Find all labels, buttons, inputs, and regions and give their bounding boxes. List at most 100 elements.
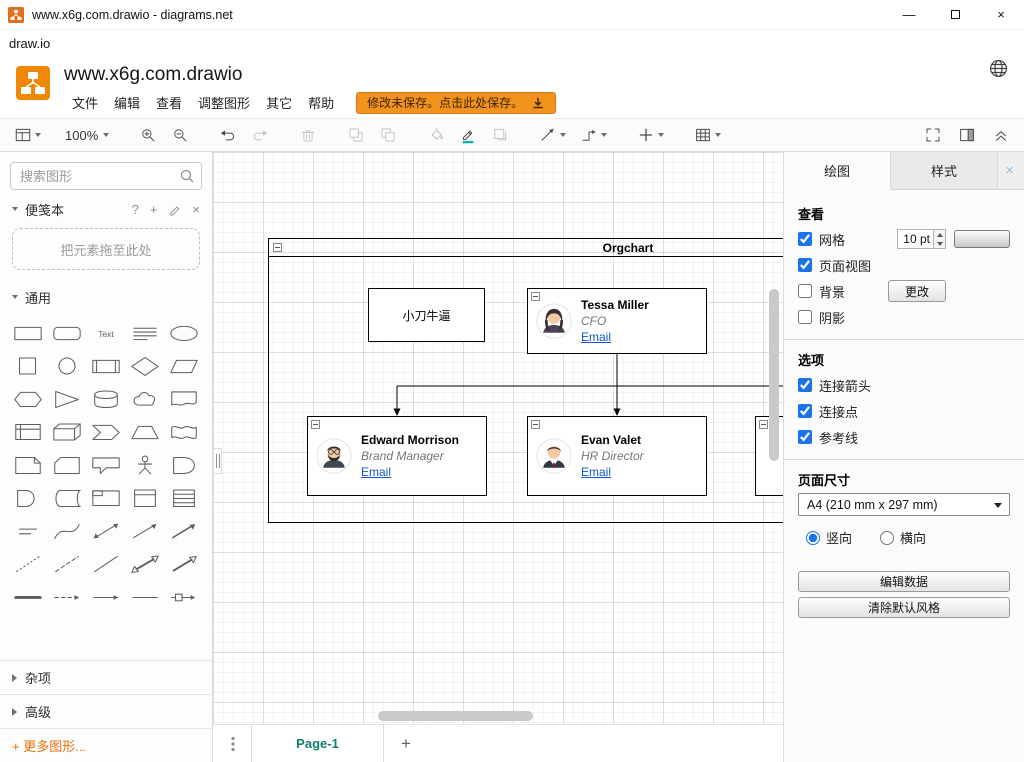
shape-dotted-line[interactable] [8, 547, 47, 580]
page-view-checkbox[interactable] [798, 258, 812, 272]
collapse-header-button[interactable] [988, 122, 1014, 148]
horizontal-scrollbar[interactable] [378, 711, 533, 721]
shape-dashed-line[interactable] [47, 547, 86, 580]
shape-step[interactable] [86, 415, 125, 448]
menu-extras[interactable]: 其它 [258, 90, 300, 115]
grid-checkbox[interactable] [798, 232, 812, 246]
shape-edge-with-symbol[interactable] [165, 580, 204, 613]
grid-size-stepper[interactable] [933, 229, 946, 249]
minimize-button[interactable]: — [886, 0, 932, 29]
collapse-minus-icon[interactable] [531, 420, 540, 429]
close-button[interactable]: × [978, 0, 1024, 29]
guides-checkbox[interactable] [798, 430, 812, 444]
shape-square[interactable] [8, 349, 47, 382]
edit-data-button[interactable]: 编辑数据 [798, 571, 1010, 592]
tab-style[interactable]: 样式 [891, 152, 998, 190]
to-front-button[interactable] [343, 122, 369, 148]
collapse-minus-icon[interactable] [759, 420, 768, 429]
shape-actor[interactable] [126, 448, 165, 481]
shape-plain-edge[interactable] [126, 580, 165, 613]
portrait-option[interactable]: 竖向 [806, 528, 852, 547]
menu-file[interactable]: 文件 [64, 90, 106, 115]
org-node-tessa[interactable]: Tessa Miller CFO Email [527, 288, 707, 354]
shape-callout[interactable] [86, 448, 125, 481]
fill-color-button[interactable] [423, 122, 449, 148]
grid-color-swatch[interactable] [954, 230, 1010, 248]
panel-close-button[interactable]: × [1005, 163, 1014, 178]
shape-vertical-container[interactable] [126, 481, 165, 514]
paper-size-select[interactable]: A4 (210 mm x 297 mm) [798, 493, 1010, 516]
shape-diamond[interactable] [126, 349, 165, 382]
shape-line[interactable] [86, 547, 125, 580]
background-change-button[interactable]: 更改 [888, 280, 946, 302]
more-shapes-button[interactable]: + 更多图形... [0, 728, 212, 762]
tab-diagram[interactable]: 绘图 [784, 152, 891, 190]
sidebar-section-advanced[interactable]: 高级 [0, 694, 212, 728]
menu-view[interactable]: 查看 [148, 90, 190, 115]
scratchpad-section-header[interactable]: 便笺本 ? + × [0, 194, 212, 224]
format-panel-button[interactable] [954, 122, 980, 148]
menu-help[interactable]: 帮助 [300, 90, 342, 115]
add-page-button[interactable]: + [384, 725, 428, 762]
email-link[interactable]: Email [361, 465, 459, 479]
scratchpad-help-button[interactable]: ? [132, 202, 139, 217]
delete-button[interactable] [295, 122, 321, 148]
insert-button[interactable] [633, 122, 668, 148]
scratchpad-edit-pencil-icon[interactable] [168, 203, 181, 216]
sidebar-section-misc[interactable]: 杂项 [0, 660, 212, 694]
shape-internal-storage[interactable] [8, 415, 47, 448]
landscape-option[interactable]: 横向 [880, 528, 926, 547]
menu-edit[interactable]: 编辑 [106, 90, 148, 115]
org-node-edward[interactable]: Edward Morrison Brand Manager Email [307, 416, 487, 496]
org-node-evan[interactable]: Evan Valet HR Director Email [527, 416, 707, 496]
vertical-scrollbar[interactable] [769, 289, 779, 461]
zoom-dropdown[interactable]: 100% [59, 122, 113, 148]
app-menu-drawio[interactable]: draw.io [9, 36, 50, 51]
language-globe-icon[interactable] [989, 59, 1008, 81]
landscape-radio[interactable] [880, 531, 894, 545]
shape-trapezoid[interactable] [126, 415, 165, 448]
shape-parallelogram[interactable] [165, 349, 204, 382]
shape-data-storage[interactable] [47, 481, 86, 514]
shape-hexagon[interactable] [8, 382, 47, 415]
fullscreen-button[interactable] [920, 122, 946, 148]
shape-and[interactable] [8, 481, 47, 514]
zoom-in-button[interactable] [135, 122, 161, 148]
scratchpad-close-button[interactable]: × [192, 202, 200, 217]
general-section-header[interactable]: 通用 [0, 282, 212, 312]
shape-card[interactable] [47, 448, 86, 481]
shape-list[interactable] [165, 481, 204, 514]
shape-directional-arrow[interactable] [126, 514, 165, 547]
collapse-minus-icon[interactable] [311, 420, 320, 429]
org-node-plain[interactable]: 小刀牛逼 [368, 288, 485, 342]
view-panels-button[interactable] [10, 122, 45, 148]
zoom-out-button[interactable] [167, 122, 193, 148]
background-checkbox[interactable] [798, 284, 812, 298]
shape-cloud[interactable] [126, 382, 165, 415]
shape-tape[interactable] [165, 415, 204, 448]
shape-rounded-rectangle[interactable] [47, 316, 86, 349]
email-link[interactable]: Email [581, 465, 644, 479]
shadow-checkbox[interactable] [798, 310, 812, 324]
to-back-button[interactable] [375, 122, 401, 148]
connection-points-checkbox[interactable] [798, 404, 812, 418]
shape-circle[interactable] [47, 349, 86, 382]
shape-cube[interactable] [47, 415, 86, 448]
collapse-minus-icon[interactable] [273, 243, 282, 252]
shape-rectangle[interactable] [8, 316, 47, 349]
shape-triangle[interactable] [47, 382, 86, 415]
shape-block-arrow[interactable] [165, 547, 204, 580]
portrait-radio[interactable] [806, 531, 820, 545]
undo-button[interactable] [215, 122, 241, 148]
email-link[interactable]: Email [581, 330, 649, 344]
connection-arrows-checkbox[interactable] [798, 378, 812, 392]
connection-style-button[interactable] [535, 122, 570, 148]
shape-bidirectional-block-arrow[interactable] [126, 547, 165, 580]
unsaved-changes-banner[interactable]: 修改未保存。点击此处保存。 [356, 92, 556, 114]
shape-curve[interactable] [47, 514, 86, 547]
shape-text[interactable]: Text [86, 316, 125, 349]
shape-cylinder[interactable] [86, 382, 125, 415]
scratchpad-dropzone[interactable]: 把元素拖至此处 [12, 228, 200, 270]
page-tab-page1[interactable]: Page-1 [251, 725, 384, 762]
shape-container[interactable] [86, 481, 125, 514]
